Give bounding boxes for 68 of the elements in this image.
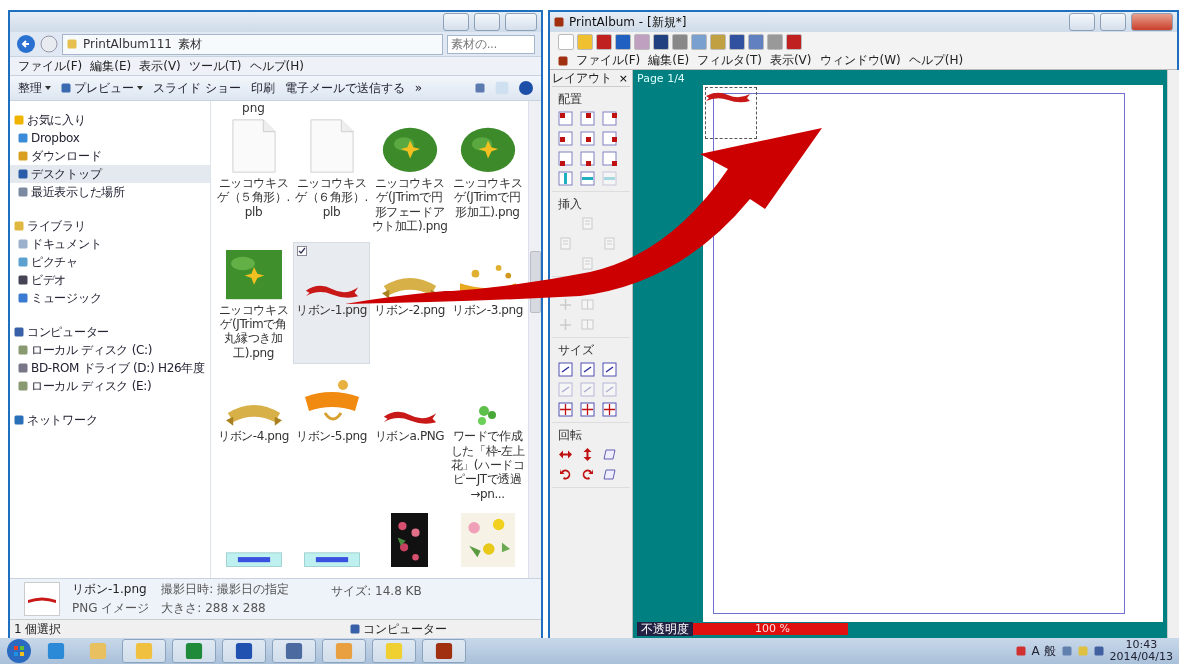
detail-text: 撮影日時: 撮影日の指定 [161,581,290,598]
breadcrumb-item[interactable]: PrintAlbum111 [83,37,172,51]
toolbar-button[interactable]: 印刷 [250,79,275,97]
nav-item[interactable]: ドキュメント [10,235,210,253]
detail-text: 大きさ: 288 x 288 [161,600,267,617]
nav-item[interactable]: お気に入り [10,111,210,129]
clock[interactable]: 10:43 2014/04/13 [1109,639,1173,663]
nav-item[interactable]: ピクチャ [10,253,210,271]
menu-item[interactable]: ヘルプ(H) [908,52,964,69]
file-name: リボン-1.png [72,581,148,598]
window-title: PrintAlbum - [新規*] [569,13,687,31]
file-type: PNG イメージ [72,600,150,617]
section-title: 配置 [558,91,583,108]
file-item[interactable]: ニッコウキスゲ（６角形）.plb [293,115,370,238]
toolbar-button[interactable]: プレビュー [61,79,143,97]
nav-item[interactable]: Dropbox [10,129,210,147]
section-title: 挿入 [558,196,583,213]
panel-title: レイアウト [552,69,612,87]
page-tab[interactable]: Page 1/4 [637,72,685,85]
file-item[interactable]: リボン-1.png [293,241,370,365]
file-item[interactable]: ニッコウキスゲ(JTrimで円形加工).png [449,115,526,238]
toolbar-button[interactable]: スライド ショー [153,79,241,97]
breadcrumb-item[interactable]: 素材 [177,35,202,53]
menu-item[interactable]: 表示(V) [769,52,812,69]
menu-item[interactable]: ファイル(F) [576,52,641,69]
section-title: サイズ [558,342,595,359]
status-text: 1 個選択 [14,620,62,638]
nav-item[interactable]: デスクトップ [10,165,210,183]
file-item[interactable]: リボンa.PNG [371,368,448,506]
close-button[interactable]: × [616,71,630,85]
nav-item[interactable]: ライブラリ [10,217,210,235]
search-field[interactable]: 素材の... [447,34,535,54]
opacity-value: 100 % [755,623,790,635]
menu-item[interactable]: ウィンドウ(W) [819,52,901,69]
nav-item[interactable]: コンピューター [10,323,210,341]
file-item[interactable]: ニッコウキスゲ(JTrimで円形フェードアウト加工).png [371,115,448,238]
ime-indicator[interactable]: A 般 [1031,642,1056,660]
file-item[interactable]: リボン-2.png [371,241,448,365]
toolbar-button[interactable]: » [414,81,423,95]
address-bar[interactable]: PrintAlbum111 素材 [62,33,443,55]
nav-item[interactable]: ミュージック [10,289,210,307]
nav-item[interactable]: ビデオ [10,271,210,289]
file-item[interactable]: ニッコウキスゲ(JTrimで角丸縁つき加工).png [215,241,292,365]
opacity-label: 不透明度 [637,622,693,636]
detail-text: サイズ: 14.8 KB [331,583,422,600]
nav-item[interactable]: 最近表示した場所 [10,183,210,201]
nav-item[interactable]: BD-ROM ドライブ (D:) H26年度 [10,359,210,377]
toolbar-button[interactable]: 電子メールで送信する [284,79,405,97]
file-item[interactable]: ニッコウキスゲ（５角形）.plb [215,115,292,238]
menu-item[interactable]: フィルタ(T) [697,52,762,69]
menu-item[interactable]: ファイル(F) [18,57,83,75]
nav-item[interactable]: ダウンロード [10,147,210,165]
file-item[interactable]: リボン-4.png [215,368,292,506]
file-name: png [241,101,266,115]
menu-item[interactable]: ツール(T) [188,57,242,75]
toolbar-button[interactable]: 整理 [18,79,51,97]
menu-item[interactable]: ヘルプ(H) [249,57,304,75]
nav-item[interactable]: ローカル ディスク (E:) [10,377,210,395]
section-title: 回転 [558,427,583,444]
nav-item[interactable]: ローカル ディスク (C:) [10,341,210,359]
menu-item[interactable]: 表示(V) [139,57,181,75]
menu-item[interactable]: 編集(E) [90,57,132,75]
file-item[interactable]: リボン-5.png [293,368,370,506]
file-item[interactable]: ワードで作成した「枠-左上花」(ハードコピーJTで透過→pn... [449,368,526,506]
menu-item[interactable]: 編集(E) [648,52,690,69]
opacity-slider[interactable]: 100 % [693,623,848,635]
status-text: コンピューター [363,620,447,638]
nav-item[interactable]: ネットワーク [10,411,210,429]
